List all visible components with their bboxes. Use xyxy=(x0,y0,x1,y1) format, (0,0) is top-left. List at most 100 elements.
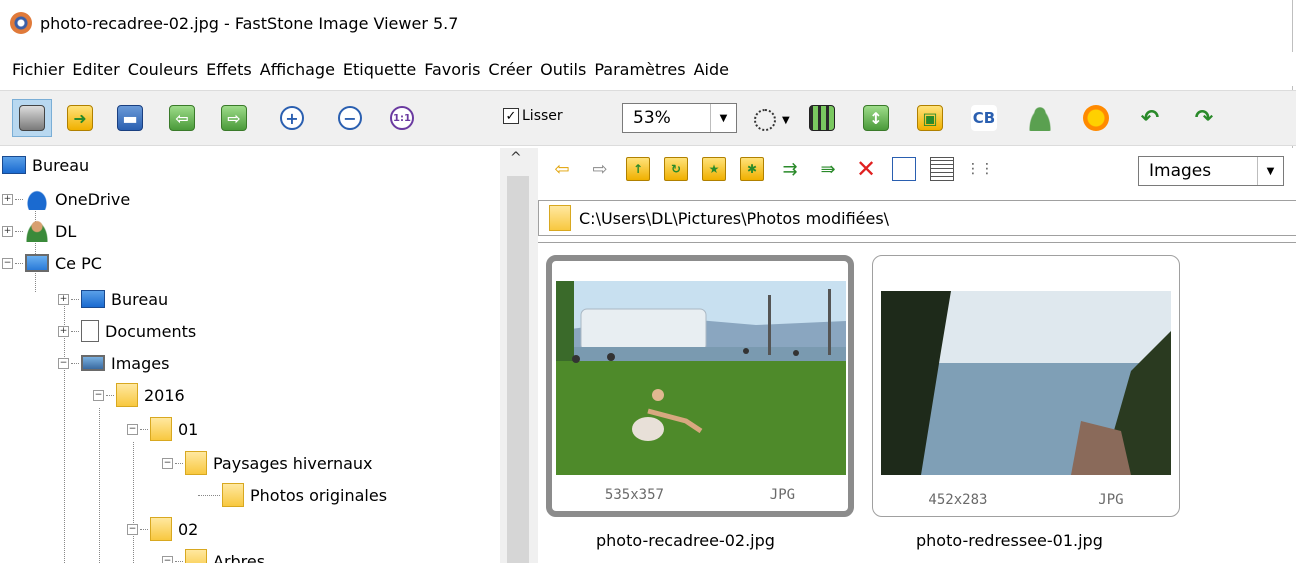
expand-plus-icon[interactable]: + xyxy=(2,193,13,205)
copy-to-icon[interactable]: ⇉ xyxy=(778,157,802,181)
details-view-icon[interactable]: ⋮⋮ xyxy=(966,157,994,181)
menu-bar: Fichier Editer Couleurs Effets Affichage… xyxy=(0,52,1296,86)
tree-item-images[interactable]: − Images xyxy=(58,348,169,378)
tree-item-documents[interactable]: + Documents xyxy=(58,316,196,346)
file-filter-select[interactable]: Images ▼ xyxy=(1138,156,1284,186)
collapse-minus-icon[interactable]: − xyxy=(93,389,104,401)
selection-shape-button[interactable]: ▼ xyxy=(754,109,790,131)
zoom-value: 53% xyxy=(633,108,671,128)
image-dimensions: 535x357 xyxy=(604,487,664,503)
tree-item-01[interactable]: − 01 xyxy=(127,414,198,444)
onedrive-icon xyxy=(25,188,49,210)
crop-button[interactable]: ▣ xyxy=(914,103,946,133)
tree-connector xyxy=(198,494,220,496)
tree-item-paysages-hivernaux[interactable]: − Paysages hivernaux xyxy=(162,448,373,478)
forward-arrow-icon[interactable]: ⇨ xyxy=(588,157,612,181)
path-bar[interactable]: C:\Users\DL\Pictures\Photos modifiées\ xyxy=(538,200,1296,236)
collapse-minus-icon[interactable]: − xyxy=(162,555,173,563)
folder-icon xyxy=(150,417,172,441)
collapse-minus-icon[interactable]: − xyxy=(127,523,138,535)
menu-favoris[interactable]: Favoris xyxy=(420,60,484,79)
open-button[interactable]: ➜ xyxy=(64,103,96,133)
tree-connector xyxy=(71,362,79,364)
thumbnail-filename[interactable]: photo-redressee-01.jpg xyxy=(916,531,1103,550)
zoom-out-button[interactable]: − xyxy=(334,103,366,133)
collapse-minus-icon[interactable]: − xyxy=(58,357,69,369)
rotate-right-button[interactable]: ↷ xyxy=(1188,103,1220,133)
image-type: JPG xyxy=(769,487,796,503)
collapse-minus-icon[interactable]: − xyxy=(2,257,13,269)
current-path: C:\Users\DL\Pictures\Photos modifiées\ xyxy=(579,208,890,228)
back-arrow-icon[interactable]: ⇦ xyxy=(550,157,574,181)
zoom-out-icon: − xyxy=(338,106,362,130)
previous-button[interactable]: ⇦ xyxy=(166,103,198,133)
collapse-minus-icon[interactable]: − xyxy=(162,457,173,469)
expand-plus-icon[interactable]: + xyxy=(58,293,69,305)
adjust-lighting-button[interactable] xyxy=(1080,103,1112,133)
menu-editer[interactable]: Editer xyxy=(68,60,123,79)
thumbnails-view-icon[interactable] xyxy=(892,157,916,181)
menu-creer[interactable]: Créer xyxy=(484,60,536,79)
tree-item-photos-originales[interactable]: Photos originales xyxy=(198,480,387,510)
tree-item-label: Arbres xyxy=(213,551,266,563)
menu-etiquette[interactable]: Etiquette xyxy=(339,60,420,79)
scrollbar-thumb[interactable] xyxy=(507,176,529,563)
camera-icon xyxy=(19,105,45,131)
folder-icon xyxy=(185,451,207,475)
tree-item-ce-pc[interactable]: − Ce PC xyxy=(2,248,102,278)
collapse-minus-icon[interactable]: − xyxy=(127,423,138,435)
menu-effets[interactable]: Effets xyxy=(202,60,256,79)
thumbnail-filename[interactable]: photo-recadree-02.jpg xyxy=(596,531,775,550)
slideshow-button[interactable] xyxy=(806,103,838,133)
main-toolbar: ➜ ▬ ⇦ ⇨ + − 1:1 ✓ Lisser 53% ▼ ▼ ↕ ▣ CB xyxy=(0,90,1296,146)
menu-parametres[interactable]: Paramètres xyxy=(590,60,689,79)
expand-plus-icon[interactable]: + xyxy=(58,325,69,337)
resize-icon: ↕ xyxy=(863,105,889,131)
tree-connector xyxy=(140,428,148,430)
scroll-up-arrow-icon[interactable]: ^ xyxy=(510,150,522,166)
zoom-dropdown-arrow-icon[interactable]: ▼ xyxy=(710,104,736,132)
next-button[interactable]: ⇨ xyxy=(218,103,250,133)
tree-connector xyxy=(175,560,183,562)
expand-plus-icon[interactable]: + xyxy=(2,225,13,237)
person-button[interactable] xyxy=(1024,103,1056,133)
tree-item-onedrive[interactable]: + OneDrive xyxy=(2,184,130,214)
list-view-icon[interactable] xyxy=(930,157,954,181)
tree-guide xyxy=(133,442,134,563)
smooth-checkbox[interactable]: ✓ xyxy=(503,108,519,124)
rotate-left-button[interactable]: ↶ xyxy=(1134,103,1166,133)
browser-toolbar: ⇦ ⇨ ↑ ↻ ★ ✱ ⇉ ⇛ ✕ ⋮⋮ Images ▼ xyxy=(538,148,1296,190)
tree-item-02[interactable]: − 02 xyxy=(127,514,198,544)
zoom-select[interactable]: 53% ▼ xyxy=(622,103,737,133)
refresh-folder-icon[interactable]: ↻ xyxy=(664,157,688,181)
tree-scrollbar[interactable]: ^ xyxy=(500,148,538,563)
parent-folder-icon[interactable]: ↑ xyxy=(626,157,650,181)
tree-connector xyxy=(106,394,114,396)
resize-button[interactable]: ↕ xyxy=(860,103,892,133)
tree-item-bureau[interactable]: + Bureau xyxy=(58,284,168,314)
new-folder-icon[interactable]: ✱ xyxy=(740,157,764,181)
delete-icon[interactable]: ✕ xyxy=(854,155,878,183)
thumbnail-card[interactable]: 452x283 JPG xyxy=(872,255,1180,517)
thumbnail-card[interactable]: 535x357 JPG xyxy=(546,255,854,517)
tree-item-arbres[interactable]: − Arbres xyxy=(162,546,265,563)
menu-outils[interactable]: Outils xyxy=(536,60,590,79)
photo-thumbnail xyxy=(556,281,846,475)
actual-size-button[interactable]: 1:1 xyxy=(386,103,418,133)
tree-item-bureau-root[interactable]: Bureau xyxy=(2,150,89,180)
text-button[interactable]: CB xyxy=(968,103,1000,133)
tree-item-label: Paysages hivernaux xyxy=(213,453,373,473)
menu-affichage[interactable]: Affichage xyxy=(256,60,339,79)
tree-item-dl[interactable]: + DL xyxy=(2,216,76,246)
capture-button[interactable] xyxy=(12,99,52,137)
menu-fichier[interactable]: Fichier xyxy=(8,60,68,79)
menu-couleurs[interactable]: Couleurs xyxy=(124,60,202,79)
zoom-in-button[interactable]: + xyxy=(276,103,308,133)
filter-dropdown-arrow-icon[interactable]: ▼ xyxy=(1257,157,1283,185)
favorite-folder-icon[interactable]: ★ xyxy=(702,157,726,181)
move-to-icon[interactable]: ⇛ xyxy=(816,157,840,181)
menu-aide[interactable]: Aide xyxy=(690,60,733,79)
smooth-option[interactable]: ✓ Lisser xyxy=(503,108,563,124)
tree-item-2016[interactable]: − 2016 xyxy=(93,380,185,410)
save-button[interactable]: ▬ xyxy=(114,103,146,133)
